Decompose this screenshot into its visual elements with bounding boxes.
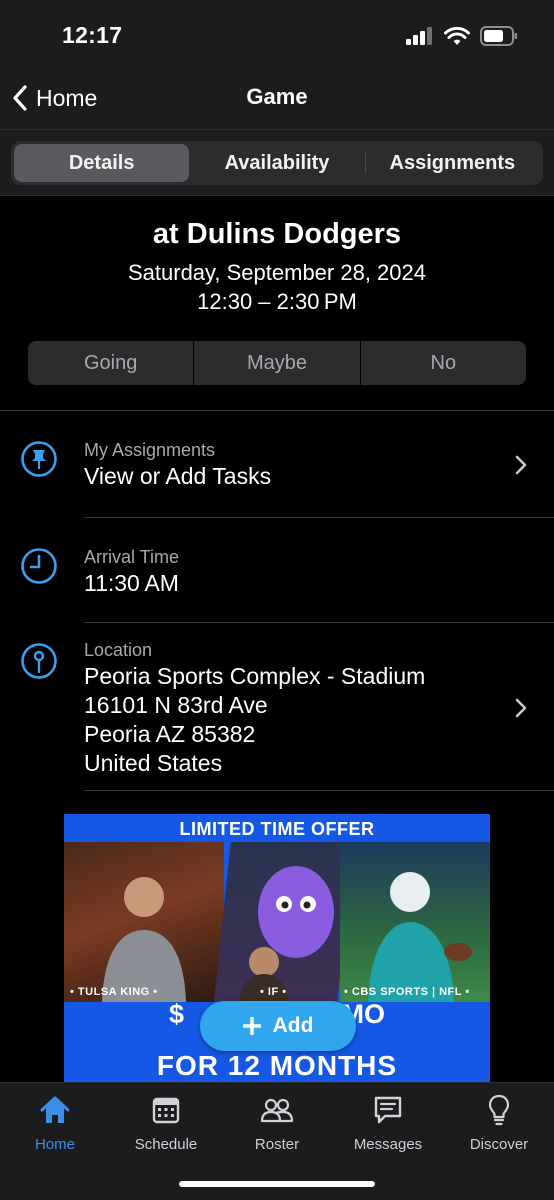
location-line-venue: Peoria Sports Complex - Stadium [84,663,426,689]
tab-bar-item-messages[interactable]: Messages [333,1093,443,1153]
clock-icon [21,548,57,584]
location-line-city: Peoria AZ 85382 [84,721,256,747]
house-icon [40,1096,70,1123]
tab-bar-label-schedule: Schedule [134,1136,198,1153]
navigation-bar: Home Game [0,70,554,130]
location-line-country: United States [84,750,223,776]
tab-bar-item-home[interactable]: Home [0,1093,110,1153]
rsvp-no-button[interactable]: No [359,341,526,385]
status-time: 12:17 [62,22,123,48]
tab-bar-label-home: Home [34,1136,75,1153]
wifi-icon [444,26,470,45]
tab-bar-item-discover[interactable]: Discover [444,1093,554,1153]
ad-image-tulsa-king: • TULSA KING • [64,842,224,1002]
chevron-right-icon [515,455,527,475]
arrival-time-value: 11:30 AM [84,570,179,596]
tab-bar-label-messages: Messages [353,1136,423,1153]
ad-headline: LIMITED TIME OFFER [179,819,375,839]
tab-switcher-container: Details Availability Assignments [0,130,554,196]
ad-price-left: $ [168,999,185,1029]
assignments-row[interactable]: My Assignments View or Add Tasks [0,411,554,517]
assignments-label: My Assignments [84,440,216,460]
rsvp-maybe-button[interactable]: Maybe [193,341,359,385]
tab-bar-item-roster[interactable]: Roster [222,1093,332,1153]
ad-caption-if: • IF • [260,986,287,998]
ad-athlete-illustration [368,872,472,1002]
message-icon [374,1096,402,1124]
ad-image-cbs-sports: • CBS SPORTS | NFL • [340,842,490,1002]
location-label: Location [84,640,153,660]
ad-character-illustration [239,866,334,1002]
divider [84,790,554,791]
ad-image-if: • IF • [214,842,354,1002]
calendar-icon [152,1097,180,1124]
game-time: 12:30 – 2:30 PM [197,289,357,314]
home-indicator [179,1181,375,1187]
battery-icon [480,26,517,46]
arrival-time-label: Arrival Time [84,547,180,567]
ad-subline: FOR 12 MONTHS [156,1050,398,1081]
location-row[interactable]: Location Peoria Sports Complex - Stadium… [0,623,554,790]
location-line-street: 16101 N 83rd Ave [84,692,268,718]
add-button[interactable]: Add [200,1001,356,1051]
segmented-control: Details Availability Assignments [11,141,543,185]
tab-details[interactable]: Details [14,144,190,182]
ad-person-illustration [102,877,186,1002]
status-icons [406,26,518,46]
status-bar: 12:17 [0,0,554,70]
ad-caption-tulsa-king: • TULSA KING • [70,986,158,998]
assignments-value: View or Add Tasks [84,463,272,489]
rsvp-going-button[interactable]: Going [28,341,193,385]
people-icon [260,1098,294,1123]
tab-bar-label-discover: Discover [469,1136,529,1153]
tab-bar-label-roster: Roster [254,1136,300,1153]
game-title: at Dulins Dodgers [152,218,402,250]
tab-assignments[interactable]: Assignments [364,144,540,182]
plus-icon [242,1017,261,1035]
pushpin-icon [21,441,57,477]
arrival-time-row: Arrival Time 11:30 AM [0,518,554,622]
map-pin-icon [21,643,57,679]
lightbulb-icon [488,1094,510,1126]
ad-caption-cbs-sports: • CBS SPORTS | NFL • [344,986,470,998]
page-title: Game [246,84,308,109]
tab-bar-item-schedule[interactable]: Schedule [111,1093,221,1153]
game-date: Saturday, September 28, 2024 [127,260,426,285]
rsvp-control: Going Maybe No [28,341,526,385]
add-button-label: Add [272,1014,314,1037]
chevron-right-icon [515,698,527,718]
tab-availability[interactable]: Availability [189,144,364,182]
cellular-signal-icon [406,27,432,45]
